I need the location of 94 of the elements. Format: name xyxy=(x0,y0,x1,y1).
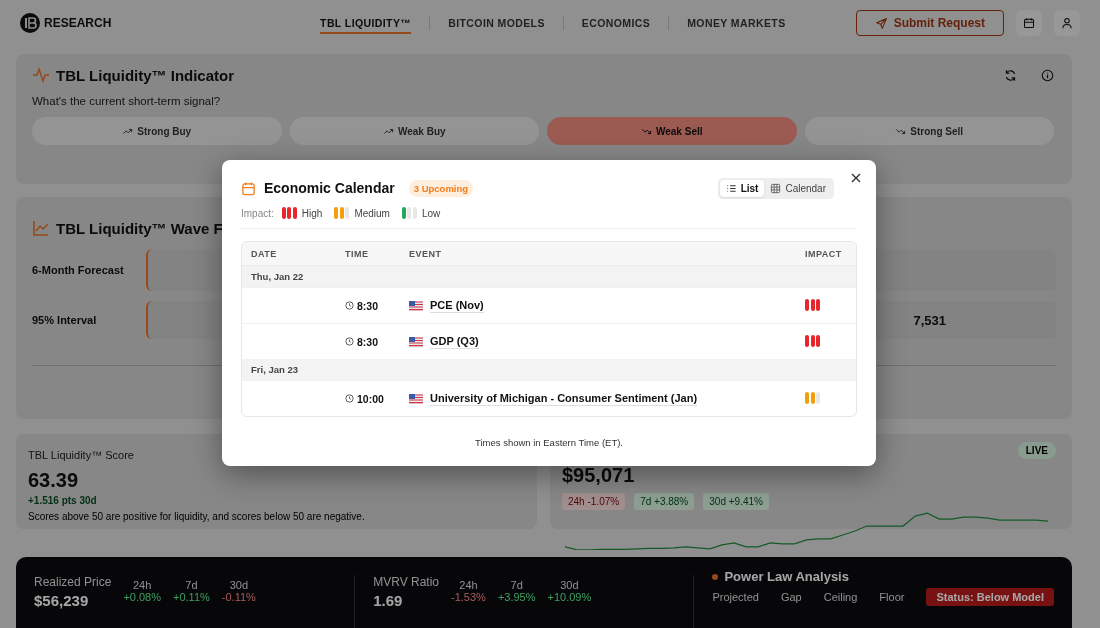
grid-icon xyxy=(770,182,782,194)
score-change: +1.516 pts 30d xyxy=(28,495,98,506)
period-change: +3.95% xyxy=(497,591,536,603)
clock-icon xyxy=(345,301,354,310)
nav-tab[interactable]: ECONOMICS xyxy=(579,13,653,33)
period-label: 30d xyxy=(229,579,248,591)
period-label: 7d xyxy=(510,579,523,591)
column-header: IMPACT xyxy=(796,242,856,266)
card-title: TBL Liquidity™ Wave F xyxy=(56,219,223,237)
impact-icon xyxy=(805,298,820,311)
impact-icon xyxy=(334,207,350,219)
power-law-title: Power Law Analysis xyxy=(724,569,849,584)
signal-button[interactable]: Strong Buy xyxy=(32,117,282,145)
period-label: 30d xyxy=(560,579,579,591)
logo-icon xyxy=(20,13,40,33)
event-time: 10:00 xyxy=(357,392,384,405)
calendar-icon xyxy=(1023,17,1035,29)
change-chip: 24h -1.07% xyxy=(562,493,626,510)
event-time: 8:30 xyxy=(357,299,378,312)
column-label: Ceiling xyxy=(823,591,858,603)
metric-value: $56,239 xyxy=(34,592,90,609)
submit-request-button[interactable]: Submit Request xyxy=(855,10,1004,36)
status-badge: Status: Below Model xyxy=(926,588,1054,606)
calendar-button[interactable] xyxy=(1016,10,1042,36)
signal-question: What's the current short-term signal? xyxy=(32,95,222,107)
event-name[interactable]: GDP (Q3) xyxy=(430,334,479,349)
send-icon xyxy=(874,16,888,30)
period-change: -1.53% xyxy=(451,591,486,603)
forecast-label: 95% Interval xyxy=(32,314,98,326)
refresh-icon[interactable] xyxy=(1004,68,1017,82)
score-title: TBL Liquidity™ Score xyxy=(28,449,135,461)
column-label: Floor xyxy=(879,591,905,603)
period-change: -0.11% xyxy=(221,591,256,603)
live-badge: LIVE xyxy=(1017,442,1056,459)
flag-icon xyxy=(409,393,423,404)
nav-tab[interactable]: MONEY MARKETS xyxy=(685,13,788,33)
timezone-note: Times shown in Eastern Time (ET). xyxy=(474,437,624,448)
flag-icon xyxy=(409,336,423,347)
column-header: DATE xyxy=(242,242,336,266)
column-header: EVENT xyxy=(400,242,796,266)
list-icon xyxy=(725,182,737,194)
info-icon[interactable] xyxy=(1041,68,1054,82)
flag-icon xyxy=(409,300,423,311)
event-name[interactable]: PCE (Nov) xyxy=(430,298,484,313)
impact-icon xyxy=(805,334,820,347)
view-button[interactable]: List xyxy=(719,179,765,197)
date-row: Fri, Jan 23 xyxy=(242,359,856,380)
date-row: Thu, Jan 22 xyxy=(242,266,856,287)
column-label: Gap xyxy=(780,591,802,603)
clock-icon xyxy=(345,394,354,403)
legend-text: Low xyxy=(421,207,441,219)
impact-icon xyxy=(281,207,297,219)
period-change: +0.08% xyxy=(123,591,161,603)
signal-button[interactable]: Weak Sell xyxy=(547,117,797,145)
forecast-value: 7,531 xyxy=(913,312,946,328)
view-button[interactable]: Calendar xyxy=(764,179,832,197)
line-chart-icon xyxy=(32,219,50,237)
signal-button[interactable]: Weak Buy xyxy=(289,117,539,145)
price-value: $95,071 xyxy=(562,464,636,487)
calendar-icon xyxy=(241,180,256,196)
impact-icon xyxy=(401,207,417,219)
column-header: TIME xyxy=(336,242,400,266)
change-chip: 30d +9.41% xyxy=(703,493,769,510)
legend-text: High xyxy=(301,207,323,219)
card-title: TBL Liquidity™ Indicator xyxy=(56,66,235,84)
period-change: +0.11% xyxy=(173,591,210,603)
nav-tab[interactable]: BITCOIN MODELS xyxy=(446,13,547,33)
nav-tab[interactable]: TBL LIQUIDITY™ xyxy=(318,13,414,33)
forecast-label: 6-Month Forecast xyxy=(32,264,125,276)
clock-icon xyxy=(345,337,354,346)
score-note: Scores above 50 are positive for liquidity, and scores below 50 are negative. xyxy=(28,511,366,522)
period-label: 7d xyxy=(185,579,198,591)
event-name[interactable]: University of Michigan - Consumer Sentiment (Jan) xyxy=(430,391,698,406)
event-time: 8:30 xyxy=(357,335,378,348)
period-label: 24h xyxy=(133,579,152,591)
legend-label: Impact: xyxy=(241,207,274,219)
legend-text: Medium xyxy=(354,207,390,219)
metric-label: MVRV Ratio xyxy=(373,575,440,589)
signal-button[interactable]: Strong Sell xyxy=(804,117,1054,145)
period-change: +10.09% xyxy=(547,591,592,603)
change-chip: 7d +3.88% xyxy=(634,493,695,510)
metric-label: Realized Price xyxy=(34,575,112,589)
brand-name: RESEARCH xyxy=(44,16,112,30)
dialog-title: Economic Calendar xyxy=(264,180,395,196)
user-button[interactable] xyxy=(1054,10,1080,36)
user-icon xyxy=(1061,17,1073,29)
column-label: Projected xyxy=(712,591,759,603)
upcoming-badge: 3 Upcoming xyxy=(408,179,474,197)
period-label: 24h xyxy=(459,579,478,591)
impact-icon xyxy=(805,391,820,404)
pulse-icon xyxy=(32,66,50,84)
status-dot xyxy=(712,573,719,580)
score-value: 63.39 xyxy=(28,469,80,492)
metric-value: 1.69 xyxy=(373,592,404,609)
